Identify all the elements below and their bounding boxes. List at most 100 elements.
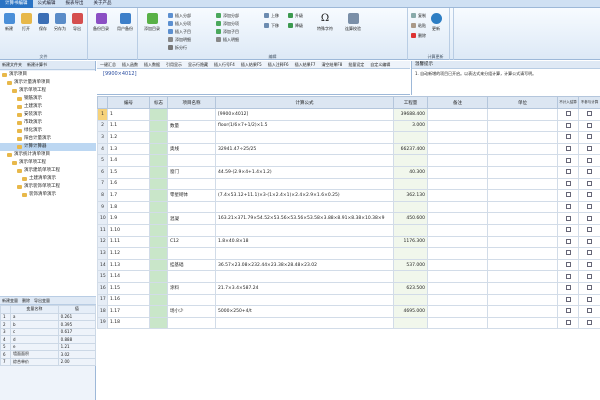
cell-formula[interactable]: 21.7×3.4×587.24 bbox=[215, 281, 394, 295]
nocalc-checkbox[interactable] bbox=[587, 319, 592, 325]
new-folder-button[interactable]: 新建文件夹 bbox=[2, 62, 22, 68]
cell-qty[interactable] bbox=[393, 177, 428, 191]
cell-name[interactable] bbox=[167, 200, 216, 214]
cell-name[interactable] bbox=[167, 131, 216, 144]
cell-code[interactable]: 1.11 bbox=[107, 235, 150, 249]
row-number[interactable]: 16 bbox=[97, 281, 108, 295]
tree-node[interactable]: 演示计量清单项目 bbox=[0, 79, 96, 87]
cell-formula[interactable]: 44.59-(2.9×4+1.4×1.2) bbox=[215, 165, 394, 179]
exclude-checkbox[interactable] bbox=[565, 250, 571, 256]
row-number[interactable]: 18 bbox=[97, 305, 108, 318]
save-as-button[interactable]: 另存为 bbox=[52, 13, 68, 31]
move-up-button[interactable]: 上移 bbox=[264, 12, 279, 19]
tab-report-export[interactable]: 报表导出 bbox=[61, 0, 89, 8]
exclude-checkbox[interactable] bbox=[565, 296, 571, 302]
nocalc-checkbox[interactable] bbox=[587, 169, 592, 175]
table-row[interactable]: 11 1.10 bbox=[97, 223, 600, 237]
table-row[interactable]: 18 1.17 场小少 5000×250+4/t 4695.000 bbox=[97, 305, 600, 318]
exclude-checkbox[interactable] bbox=[565, 262, 571, 268]
row-number[interactable]: 9 bbox=[97, 200, 108, 214]
row-number[interactable]: 3 bbox=[97, 131, 108, 144]
table-row[interactable]: 5 1.4 bbox=[97, 154, 600, 167]
table-row[interactable]: 13 1.12 bbox=[97, 247, 600, 260]
cell-name[interactable]: 数量 bbox=[167, 119, 216, 133]
variable-row[interactable]: 6 墙面面积 3.02 bbox=[0, 350, 97, 359]
cell-formula[interactable] bbox=[215, 293, 394, 307]
row-number[interactable]: 1 bbox=[97, 108, 108, 121]
cell-qty[interactable] bbox=[393, 223, 428, 237]
exclude-checkbox[interactable] bbox=[565, 308, 571, 314]
cell-qty[interactable] bbox=[393, 247, 428, 260]
cell-name[interactable] bbox=[167, 223, 216, 237]
cell-formula[interactable] bbox=[215, 316, 394, 330]
variable-row[interactable]: 1 a 0.261 bbox=[0, 312, 97, 321]
cell-qty[interactable]: 66237.400 bbox=[393, 142, 428, 156]
col-name[interactable]: 项目名称 bbox=[167, 96, 216, 109]
exclude-checkbox[interactable] bbox=[565, 319, 571, 325]
formula-input[interactable]: [9900×4012] bbox=[97, 69, 410, 95]
cell-qty[interactable] bbox=[393, 270, 428, 283]
insert-detail-button[interactable]: 插入明细 bbox=[216, 36, 239, 43]
exclude-checkbox[interactable] bbox=[565, 227, 571, 233]
nocalc-checkbox[interactable] bbox=[587, 180, 592, 186]
cell-code[interactable]: 1.12 bbox=[107, 247, 150, 260]
cell-formula[interactable] bbox=[215, 154, 394, 167]
table-row[interactable]: 8 1.7 零星砌体 (7.4×53.12+11.1)×3-(1×2.4×1)×2.4… bbox=[97, 189, 600, 202]
cell-name[interactable]: C12 bbox=[167, 235, 216, 249]
user-backup-button[interactable]: 用户备份 bbox=[114, 13, 136, 31]
new-button[interactable]: 新建 bbox=[1, 13, 17, 31]
cell-qty[interactable]: 1176.300 bbox=[393, 235, 428, 249]
cell-qty[interactable]: 39688.400 bbox=[393, 108, 428, 121]
add-dir-button[interactable]: 添加目录 bbox=[142, 13, 162, 31]
nocalc-checkbox[interactable] bbox=[587, 215, 592, 221]
cell-code[interactable]: 1 bbox=[107, 108, 150, 121]
tab-about[interactable]: 关于产品 bbox=[89, 0, 117, 8]
col-mark[interactable]: 标志 bbox=[149, 96, 168, 109]
nocalc-checkbox[interactable] bbox=[587, 134, 592, 140]
row-number[interactable]: 14 bbox=[97, 258, 108, 272]
variable-row[interactable]: 2 b 0.395 bbox=[0, 320, 97, 329]
row-number[interactable]: 4 bbox=[97, 142, 108, 156]
cell-name[interactable] bbox=[167, 247, 216, 260]
cell-code[interactable]: 1.8 bbox=[107, 200, 150, 214]
cell-code[interactable]: 1.17 bbox=[107, 305, 150, 318]
export-variable-button[interactable]: 导出变量 bbox=[34, 298, 50, 304]
cell-qty[interactable] bbox=[393, 154, 428, 167]
update-button[interactable]: 更新 bbox=[426, 13, 446, 31]
row-number[interactable]: 7 bbox=[97, 177, 108, 191]
nocalc-checkbox[interactable] bbox=[587, 227, 592, 233]
cell-formula[interactable] bbox=[215, 247, 394, 260]
tree-node[interactable]: 演示单项工程 bbox=[0, 87, 96, 95]
table-row[interactable]: 17 1.16 bbox=[97, 293, 600, 307]
nocalc-checkbox[interactable] bbox=[587, 285, 592, 291]
col-qty[interactable]: 工程量 bbox=[393, 96, 428, 109]
cell-formula[interactable] bbox=[215, 177, 394, 191]
tree-node[interactable]: 装饰清单演示 bbox=[0, 191, 96, 199]
formula-tool-button[interactable]: 清空结果F8 bbox=[321, 62, 342, 68]
insert-sub-button[interactable]: 插入子目 bbox=[168, 28, 191, 35]
cell-code[interactable]: 1.16 bbox=[107, 293, 150, 307]
insert-section-button[interactable]: 插入分部 bbox=[168, 12, 191, 19]
nocalc-checkbox[interactable] bbox=[587, 273, 592, 279]
table-row[interactable]: 6 1.5 窗门 44.59-(2.9×4+1.4×1.2) 40.300 bbox=[97, 165, 600, 179]
delete-variable-button[interactable]: 删除 bbox=[22, 298, 30, 304]
cell-code[interactable]: 1.2 bbox=[107, 131, 150, 144]
cell-name[interactable]: 挂基础 bbox=[167, 258, 216, 272]
cell-qty[interactable]: 3.000 bbox=[393, 119, 428, 133]
cell-formula[interactable]: (7.4×53.12+11.1)×3-(1×2.4×1)×2.4×2.9×1.6… bbox=[215, 189, 394, 202]
exclude-checkbox[interactable] bbox=[565, 146, 571, 152]
row-number[interactable]: 10 bbox=[97, 212, 108, 225]
exclude-checkbox[interactable] bbox=[565, 192, 571, 198]
tree-node[interactable]: 演示装饰单项工程 bbox=[0, 183, 96, 191]
col-formula[interactable]: 计算公式 bbox=[215, 96, 394, 109]
tree-node[interactable]: 土建清单演示 bbox=[0, 175, 96, 183]
cell-name[interactable]: 混凝 bbox=[167, 212, 216, 225]
formula-tool-button[interactable]: 插入行号F4 bbox=[214, 62, 235, 68]
cell-name[interactable] bbox=[167, 177, 216, 191]
cell-code[interactable]: 1.15 bbox=[107, 281, 150, 295]
special-chars-button[interactable]: Ω 特殊字符 bbox=[314, 13, 336, 31]
cell-code[interactable]: 1.4 bbox=[107, 154, 150, 167]
backup-dir-button[interactable]: 备份目录 bbox=[91, 13, 111, 31]
tree-node[interactable]: 演示单项工程 bbox=[0, 159, 96, 167]
save-button[interactable]: 保存 bbox=[35, 13, 51, 31]
